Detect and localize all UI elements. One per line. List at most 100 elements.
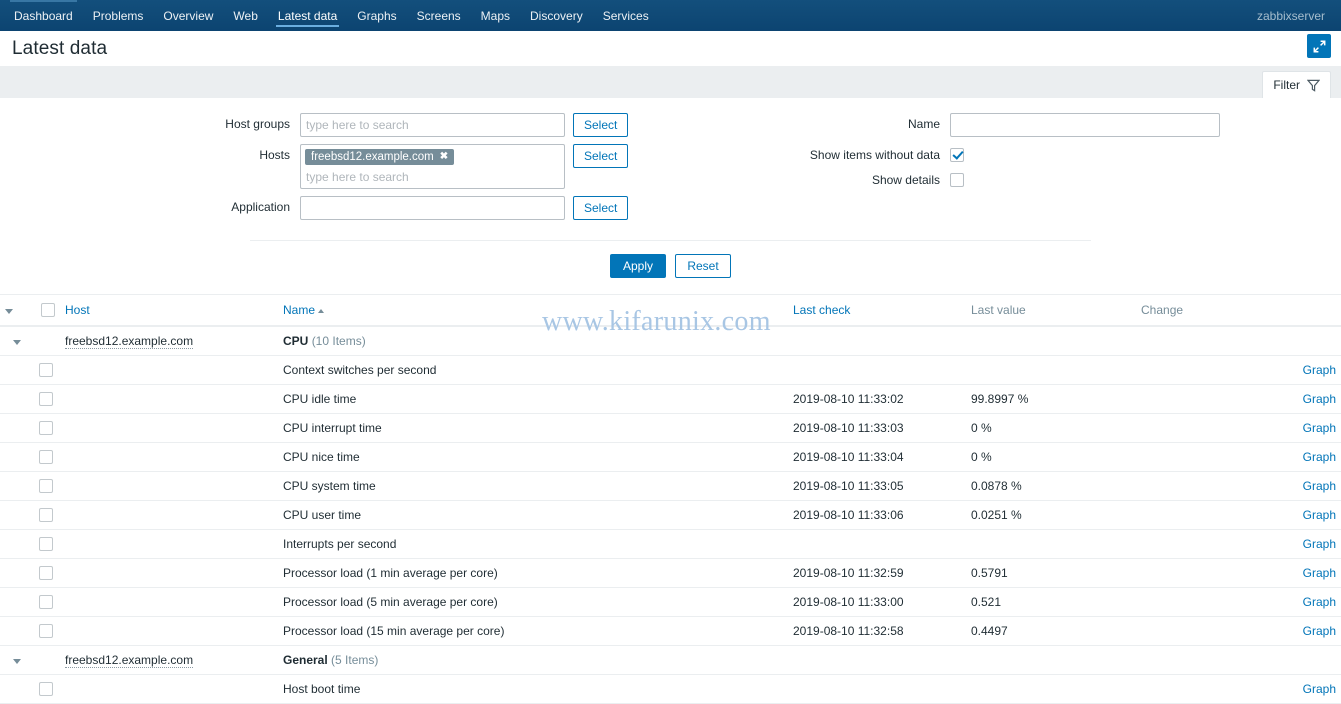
row-checkbox[interactable] [39,537,53,551]
host-groups-select-button[interactable]: Select [573,113,629,137]
chip-label: freebsd12.example.com [311,151,434,163]
expand-arrows-icon[interactable] [1307,34,1331,58]
tab-filter[interactable]: Filter [1262,71,1331,98]
table-row[interactable]: CPU user time 2019-08-10 11:33:06 0.0251… [0,500,1341,530]
filter-tab-strip: Filter [0,66,1341,99]
graph-link[interactable]: Graph [1303,479,1336,493]
hosts-multiselect[interactable]: freebsd12.example.com ✖ [300,144,565,189]
user-label[interactable]: zabbixserver [1257,0,1341,31]
column-header-host-link[interactable]: Host [65,303,90,317]
reset-button[interactable]: Reset [675,254,731,278]
close-icon[interactable]: ✖ [440,152,448,162]
column-header-actions [1261,295,1341,327]
host-groups-label: Host groups [225,117,290,131]
table-row[interactable]: CPU interrupt time 2019-08-10 11:33:03 0… [0,413,1341,443]
name-label: Name [907,117,940,131]
nav-item-label: Discovery [530,8,583,23]
row-checkbox-cell [34,413,60,443]
table-row[interactable]: CPU idle time 2019-08-10 11:33:02 99.899… [0,384,1341,414]
item-last-value [966,674,1136,704]
nav-item-graphs[interactable]: Graphs [347,0,406,31]
filter-tab-label: Filter [1273,78,1300,92]
graph-link[interactable]: Graph [1303,508,1336,522]
table-row[interactable]: Context switches per second Graph [0,355,1341,385]
group-checkbox-cell [34,645,60,675]
chevron-down-icon[interactable] [5,309,13,314]
graph-link[interactable]: Graph [1303,537,1336,551]
row-host-cell [60,471,278,501]
graph-link[interactable]: Graph [1303,566,1336,580]
graph-link[interactable]: Graph [1303,392,1336,406]
item-name: CPU interrupt time [278,413,788,443]
chevron-down-icon[interactable] [13,340,21,345]
hosts-select-button[interactable]: Select [573,144,629,168]
nav-item-web[interactable]: Web [223,0,267,31]
table-row[interactable]: Processor load (15 min average per core)… [0,616,1341,646]
table-row[interactable]: CPU system time 2019-08-10 11:33:05 0.08… [0,471,1341,501]
nav-item-label: Latest data [277,8,338,23]
group-row[interactable]: freebsd12.example.com CPU (10 Items) [0,326,1341,356]
hosts-input[interactable] [305,167,560,186]
row-checkbox[interactable] [39,508,53,522]
hosts-selected-chip[interactable]: freebsd12.example.com ✖ [305,149,455,165]
nav-item-latest-data[interactable]: Latest data [268,0,347,31]
nav-item-problems[interactable]: Problems [83,0,154,31]
row-checkbox[interactable] [39,450,53,464]
column-header-last-value: Last value [966,295,1136,327]
row-host-cell [60,674,278,704]
item-last-value [966,529,1136,559]
show-items-without-data-checkbox[interactable] [950,148,964,162]
nav-item-overview[interactable]: Overview [153,0,223,31]
table-row[interactable]: Host boot time Graph [0,674,1341,704]
nav-item-label: Web [233,8,258,23]
column-header-name-link[interactable]: Name [283,303,315,317]
item-last-check: 2019-08-10 11:33:00 [788,587,966,617]
graph-link[interactable]: Graph [1303,682,1336,696]
nav-item-discovery[interactable]: Discovery [520,0,593,31]
graph-link[interactable]: Graph [1303,363,1336,377]
filter-row-host-groups: Host groups Select [0,113,660,137]
nav-item-maps[interactable]: Maps [471,0,520,31]
graph-link[interactable]: Graph [1303,595,1336,609]
application-input[interactable] [300,196,565,220]
select-all-checkbox[interactable] [41,303,55,317]
nav-item-screens[interactable]: Screens [407,0,471,31]
group-host-cell: freebsd12.example.com [60,326,278,356]
nav-item-services[interactable]: Services [593,0,659,31]
row-checkbox-cell [34,471,60,501]
chevron-down-icon[interactable] [13,659,21,664]
table-row[interactable]: Interrupts per second Graph [0,529,1341,559]
hosts-label: Hosts [259,148,290,162]
group-collapse-cell [0,326,34,356]
item-name: Context switches per second [278,355,788,385]
table-row[interactable]: Processor load (5 min average per core) … [0,587,1341,617]
name-input[interactable] [950,113,1220,137]
nav-item-dashboard[interactable]: Dashboard [4,0,83,31]
application-select-button[interactable]: Select [573,196,629,220]
column-header-last-check-link[interactable]: Last check [793,303,850,317]
row-spacer-cell [0,413,34,443]
host-groups-input[interactable] [300,113,565,137]
show-details-checkbox[interactable] [950,173,964,187]
host-link[interactable]: freebsd12.example.com [65,334,194,349]
host-link[interactable]: freebsd12.example.com [65,653,194,668]
row-checkbox[interactable] [39,479,53,493]
apply-button[interactable]: Apply [610,254,666,278]
row-checkbox[interactable] [39,363,53,377]
row-checkbox[interactable] [39,624,53,638]
group-row[interactable]: freebsd12.example.com General (5 Items) [0,645,1341,675]
row-checkbox[interactable] [39,392,53,406]
table-row[interactable]: Processor load (1 min average per core) … [0,558,1341,588]
table-row[interactable]: CPU nice time 2019-08-10 11:33:04 0 % Gr… [0,442,1341,472]
item-last-value: 0 % [966,413,1136,443]
row-checkbox[interactable] [39,682,53,696]
graph-link[interactable]: Graph [1303,450,1336,464]
row-checkbox[interactable] [39,566,53,580]
latest-data-table: Host Name Last check Last value Change f… [0,295,1341,704]
page-title: Latest data [12,37,108,59]
row-checkbox[interactable] [39,421,53,435]
item-last-value: 0.0251 % [966,500,1136,530]
graph-link[interactable]: Graph [1303,421,1336,435]
graph-link[interactable]: Graph [1303,624,1336,638]
row-checkbox[interactable] [39,595,53,609]
